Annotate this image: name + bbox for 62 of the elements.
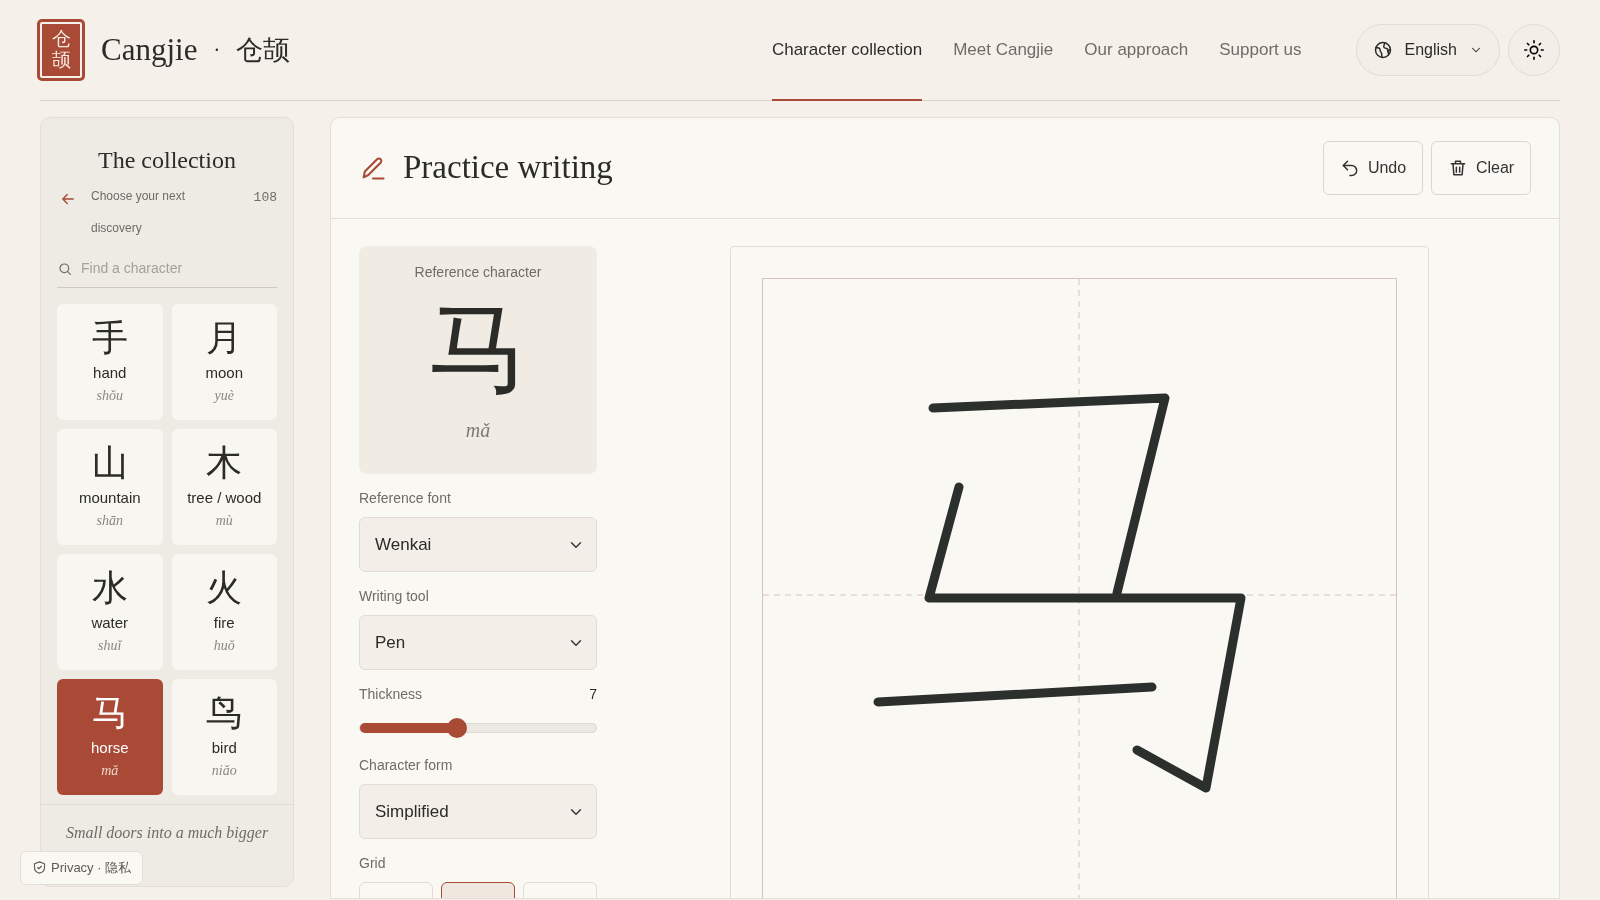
character-card[interactable]: 手 hand shǒu [57, 304, 163, 420]
brand-name-chinese: 仓颉 [236, 33, 291, 67]
character-pinyin: niǎo [211, 761, 237, 780]
dropdown[interactable]: Simplified [359, 784, 597, 839]
character-pinyin: shān [96, 511, 123, 530]
search-field[interactable]: Find a character [57, 252, 277, 288]
character-meaning: tree / wood [187, 488, 262, 509]
character-meaning: mountain [78, 488, 141, 509]
character-card[interactable]: 鸟 bird niǎo [171, 679, 277, 795]
character-glyph: 马 [91, 693, 128, 734]
nav-link[interactable]: Support us [1219, 0, 1302, 101]
field-label: Thickness [359, 685, 423, 704]
field-label: Grid [359, 854, 386, 873]
character-glyph: 火 [206, 568, 243, 609]
character-meaning: hand [93, 363, 127, 384]
nav-link[interactable]: Meet Cangjie [953, 0, 1054, 101]
brand-name: Cangjie [101, 30, 198, 69]
nav-link[interactable]: Our approach [1084, 0, 1189, 101]
clear-button[interactable]: Clear [1431, 141, 1531, 195]
character-pinyin: huǒ [213, 636, 235, 655]
character-meaning: moon [205, 363, 243, 384]
character-pinyin: yuè [214, 386, 234, 405]
field-label: Writing tool [359, 587, 429, 606]
character-card[interactable]: 月 moon yuè [171, 304, 277, 420]
dropdown[interactable]: Pen [359, 615, 597, 670]
character-glyph: 木 [206, 443, 243, 484]
character-card[interactable]: 山 mountain shān [57, 429, 163, 545]
reference-pinyin: mǎ [465, 418, 491, 443]
character-glyph: 手 [91, 318, 128, 359]
character-glyph: 月 [206, 318, 243, 359]
character-meaning: horse [91, 738, 129, 759]
character-card[interactable]: 木 tree / wood mù [171, 429, 277, 545]
language-select[interactable]: English [1355, 24, 1500, 76]
nav-link[interactable]: Character collection [771, 0, 923, 101]
character-card[interactable]: 火 fire huǒ [171, 554, 277, 670]
character-meaning: water [91, 613, 129, 634]
field-label: Character form [359, 756, 453, 775]
panel-title: Practice writing [403, 148, 613, 188]
sidebar-title: The collection [97, 146, 237, 175]
character-glyph: 鸟 [206, 693, 243, 734]
character-card[interactable]: 马 horse mǎ [57, 679, 163, 795]
character-count: 108 [253, 189, 277, 207]
sidebar-tagline: Small doors into a much bigger [65, 824, 269, 841]
character-meaning: bird [211, 738, 237, 759]
separator: · [213, 38, 221, 63]
reference-glyph: 马 [428, 299, 528, 399]
privacy-button[interactable]: Privacy · 隐私 [20, 851, 144, 885]
character-pinyin: mù [215, 511, 233, 530]
dropdown[interactable]: Wenkai [359, 517, 597, 572]
character-pinyin: shuǐ [98, 636, 122, 655]
character-glyph: 山 [91, 443, 128, 484]
thickness-value: 7 [589, 685, 597, 704]
character-pinyin: shǒu [96, 386, 123, 405]
logo: 仓 颉 [37, 19, 85, 81]
character-meaning: fire [213, 613, 235, 634]
reference-label: Reference character [414, 263, 542, 282]
character-glyph: 水 [91, 568, 128, 609]
undo-button[interactable]: Undo [1323, 141, 1423, 195]
character-card[interactable]: 水 water shuǐ [57, 554, 163, 670]
sidebar-subtitle: Choose your next discovery [91, 188, 187, 237]
character-pinyin: mǎ [101, 761, 119, 780]
field-label: Reference font [359, 489, 451, 508]
